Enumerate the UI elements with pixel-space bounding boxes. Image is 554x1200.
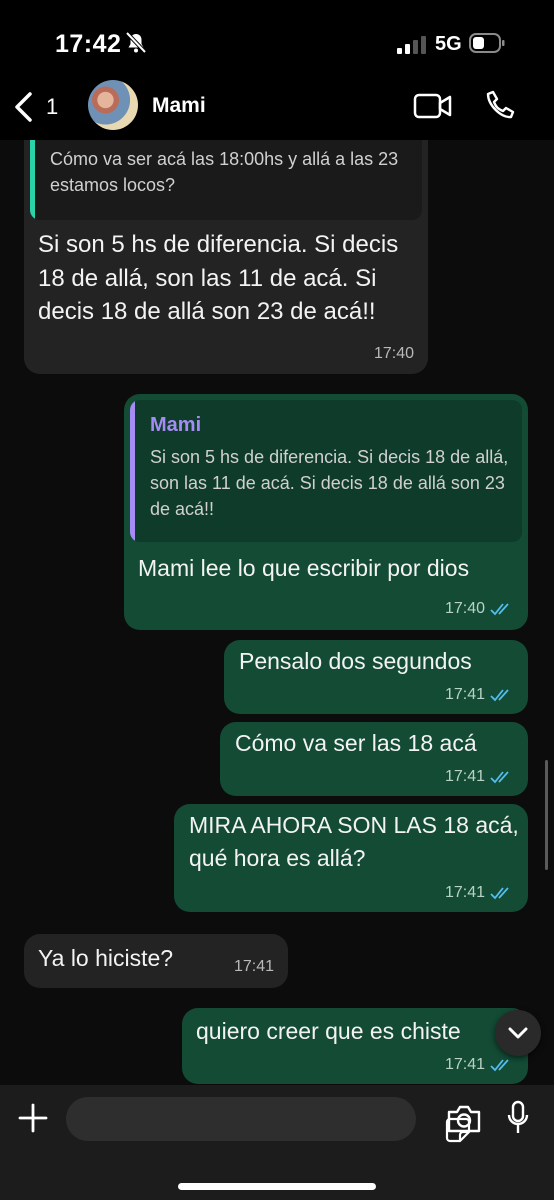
outgoing-message[interactable]: Cómo va ser las 18 acá 17:41 xyxy=(220,722,528,796)
status-bar: 17:42 5G xyxy=(0,0,554,88)
message-meta: 17:41 xyxy=(234,958,274,976)
network-type: 5G xyxy=(435,33,462,55)
message-text: MIRA AHORA SON LAS 18 acá, qué hora es a… xyxy=(189,812,519,871)
quoted-text: Cómo va ser acá las 18:00hs y allá a las… xyxy=(50,149,399,195)
quoted-author: Mami xyxy=(150,414,202,436)
message-meta: 17:40 xyxy=(445,600,514,618)
message-text: Pensalo dos segundos xyxy=(239,648,472,674)
video-call-icon[interactable] xyxy=(413,92,453,120)
message-meta: 17:41 xyxy=(445,1056,514,1074)
double-check-icon xyxy=(490,771,509,784)
message-text: Cómo va ser las 18 acá xyxy=(235,730,477,756)
avatar[interactable] xyxy=(88,80,138,130)
chat-header: 1 Mami xyxy=(0,80,554,140)
message-meta: 17:41 xyxy=(445,768,514,786)
outgoing-message[interactable]: quiero creer que es chiste 17:41 xyxy=(182,1008,528,1084)
message-list[interactable]: Yo Cómo va ser acá las 18:00hs y allá a … xyxy=(0,140,554,1085)
outgoing-message[interactable]: Mami Si son 5 hs de diferencia. Si decis… xyxy=(124,394,528,630)
bell-slash-icon xyxy=(125,31,147,54)
phone-call-icon[interactable] xyxy=(484,89,516,121)
message-text: Ya lo hiciste? xyxy=(38,945,174,971)
quoted-author: Yo xyxy=(50,140,74,141)
double-check-icon xyxy=(490,603,509,616)
double-check-icon xyxy=(490,689,509,702)
incoming-message[interactable]: Ya lo hiciste? 17:41 xyxy=(24,934,288,988)
message-time: 17:41 xyxy=(444,884,485,901)
unread-count[interactable]: 1 xyxy=(46,94,58,120)
message-text: quiero creer que es chiste xyxy=(196,1018,461,1044)
message-text: Si son 5 hs de diferencia. Si decis 18 d… xyxy=(38,231,399,325)
message-input[interactable] xyxy=(66,1097,471,1143)
message-meta: 17:41 xyxy=(445,686,514,704)
scroll-to-bottom-button[interactable] xyxy=(495,1010,541,1056)
double-check-icon xyxy=(490,887,509,900)
chevron-down-icon xyxy=(508,1027,528,1039)
quoted-text: Si son 5 hs de diferencia. Si decis 18 d… xyxy=(150,447,509,519)
message-time: 17:41 xyxy=(444,1056,485,1073)
back-chevron-icon[interactable] xyxy=(12,91,36,123)
contact-name[interactable]: Mami xyxy=(152,94,206,118)
signal-icon xyxy=(397,36,426,54)
message-text: Mami lee lo que escribir por dios xyxy=(138,555,470,581)
message-time: 17:40 xyxy=(444,600,485,617)
battery-icon xyxy=(469,33,505,53)
outgoing-message[interactable]: Pensalo dos segundos 17:41 xyxy=(224,640,528,714)
message-meta: 17:41 xyxy=(445,884,514,902)
outgoing-message[interactable]: MIRA AHORA SON LAS 18 acá, qué hora es a… xyxy=(174,804,528,912)
message-meta: 17:40 xyxy=(374,345,414,363)
message-time: 17:41 xyxy=(444,686,485,703)
message-time: 17:41 xyxy=(444,768,485,785)
status-time: 17:42 xyxy=(55,30,122,58)
composer-bar xyxy=(0,1085,554,1200)
message-time: 17:41 xyxy=(233,958,274,975)
scroll-indicator[interactable] xyxy=(545,760,548,870)
camera-icon[interactable] xyxy=(446,1104,482,1134)
double-check-icon xyxy=(490,1059,509,1072)
plus-icon[interactable] xyxy=(17,1102,49,1134)
quoted-message[interactable]: Yo Cómo va ser acá las 18:00hs y allá a … xyxy=(30,140,422,220)
quoted-message[interactable]: Mami Si son 5 hs de diferencia. Si decis… xyxy=(130,400,522,542)
microphone-icon[interactable] xyxy=(506,1100,530,1136)
home-indicator xyxy=(178,1183,376,1190)
message-time: 17:40 xyxy=(373,345,414,362)
incoming-message[interactable]: Yo Cómo va ser acá las 18:00hs y allá a … xyxy=(24,140,428,374)
